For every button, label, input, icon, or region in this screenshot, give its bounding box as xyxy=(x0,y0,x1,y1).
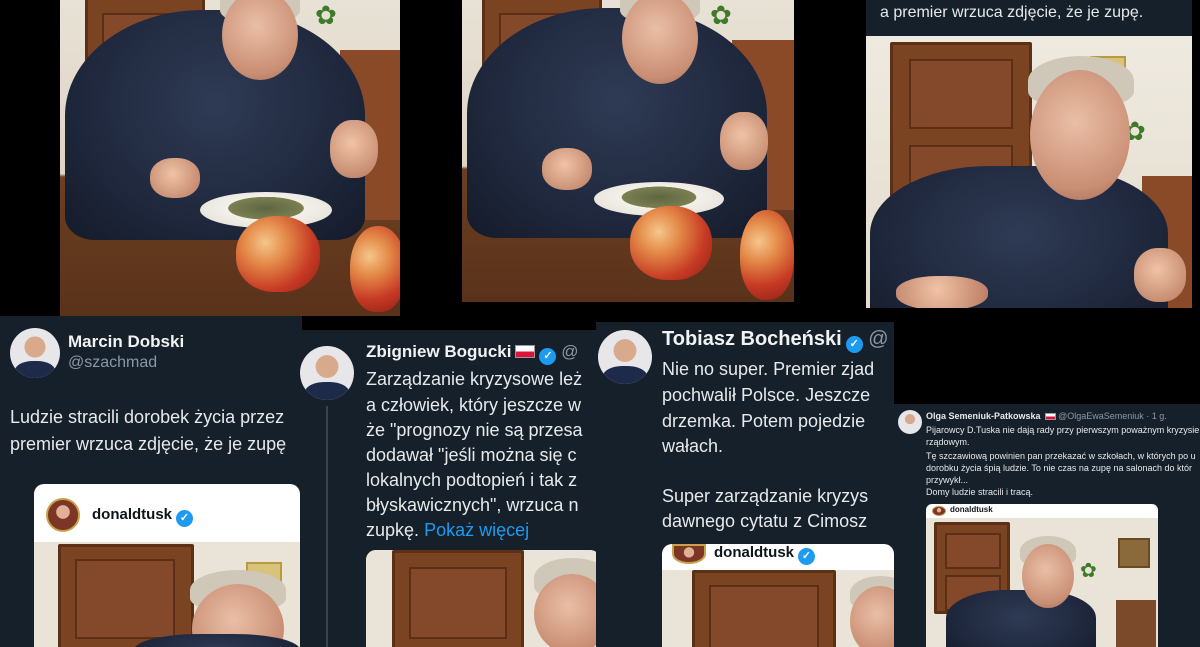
embed-author-name[interactable]: donaldtusk ✓ xyxy=(92,506,194,527)
author-handle[interactable]: @szachmad xyxy=(68,354,157,372)
hand xyxy=(896,276,988,308)
tweet-text-line: Zarządzanie kryzysowe leż xyxy=(366,369,583,389)
tweet-text-line: zupkę. Pokaż więcej xyxy=(366,520,530,540)
author-name[interactable]: Zbigniew Bogucki ✓ @ xyxy=(366,342,578,365)
apple xyxy=(350,226,400,312)
tweet-text-line: dawnego cytatu z Cimosz xyxy=(662,511,868,531)
author-name[interactable]: Tobiasz Bocheński ✓ @ xyxy=(662,328,889,353)
embed-author-name[interactable]: donaldtusk xyxy=(950,505,993,514)
avatar[interactable] xyxy=(598,330,652,384)
face xyxy=(1030,70,1130,200)
embed-photo xyxy=(662,570,894,647)
author-name[interactable]: Olga Semeniuk-Patkowska @OlgaEwaSemeniuk… xyxy=(926,410,1167,422)
tweet-text-line: wałach. xyxy=(662,436,724,456)
tweet-text-line: Nie no super. Premier zjad xyxy=(662,359,875,379)
tweet-text-line: Domy ludzie stracili i tracą. xyxy=(926,487,1034,497)
author-name[interactable]: Marcin Dobski xyxy=(68,332,184,352)
hand xyxy=(542,148,592,190)
embed-avatar xyxy=(932,506,946,516)
embedded-post[interactable]: donaldtusk ✓ xyxy=(662,544,894,647)
tweet-text-line: premier wrzuca zdjęcie, że je zupę xyxy=(10,434,287,454)
avatar[interactable] xyxy=(898,410,922,434)
poland-flag-icon xyxy=(515,345,536,358)
embedded-post[interactable] xyxy=(366,550,600,647)
poland-flag-icon xyxy=(1044,413,1056,420)
embed-author-name[interactable]: donaldtusk ✓ xyxy=(714,544,816,565)
tweet-text-line: Pijarowcy D.Tuska nie dają rady przy pie… xyxy=(926,425,1200,435)
tweet-text-line: drzemka. Potem pojedzie xyxy=(662,411,866,431)
verified-icon: ✓ xyxy=(539,348,557,365)
tweet-text-line: Tę szczawiową powinien pan przekazać w s… xyxy=(926,451,1196,461)
embed-photo xyxy=(366,550,600,647)
apple xyxy=(630,206,712,280)
tweet-card-marcin-dobski[interactable]: Marcin Dobski @szachmad Ludzie stracili … xyxy=(0,316,302,647)
apple xyxy=(236,216,320,292)
thread-line xyxy=(326,406,328,647)
tweet-card-zbigniew-bogucki[interactable]: Zbigniew Bogucki ✓ @ Zarządzanie kryzysow… xyxy=(300,330,600,647)
verified-icon: ✓ xyxy=(176,510,194,527)
plant-icon: ✿ xyxy=(710,0,732,30)
photo-tusk-post-3: a premier wrzuca zdjęcie, że je zupę. ✿ xyxy=(866,0,1192,308)
hand xyxy=(1134,248,1186,302)
tweet-text-line: przywykł... xyxy=(926,475,969,485)
embed-photo xyxy=(34,542,300,647)
show-more-link[interactable]: Pokaż więcej xyxy=(424,520,529,540)
tweet-card-olga-semeniuk[interactable]: Olga Semeniuk-Patkowska @OlgaEwaSemeniuk… xyxy=(894,404,1200,647)
photo-scene: ✿ xyxy=(866,36,1192,308)
tweet-text-line: a człowiek, który jeszcze w xyxy=(366,395,582,415)
embed-avatar xyxy=(672,544,706,564)
photo-tusk-soup-2: ✿ xyxy=(462,0,794,302)
hand xyxy=(720,112,768,170)
apple xyxy=(740,210,794,300)
tweet-text-line: rządowym. xyxy=(926,437,970,447)
tweet-text-line: lokalnych podtopień i tak z xyxy=(366,470,578,490)
hand xyxy=(150,158,200,198)
tweet-text-line: dorobku życia śpią ludzie. To nie czas n… xyxy=(926,463,1192,473)
plant-icon: ✿ xyxy=(315,0,337,30)
tweet-card-tobiasz-bochenski[interactable]: Tobiasz Bocheński ✓ @ Nie no super. Premi… xyxy=(596,322,894,647)
caption-text: a premier wrzuca zdjęcie, że je zupę. xyxy=(880,4,1144,21)
hand xyxy=(330,120,378,178)
verified-icon: ✓ xyxy=(798,548,816,565)
tweet-text-line: błyskawicznych", wrzuca n xyxy=(366,495,579,515)
embedded-post[interactable]: donaldtusk ✓ xyxy=(34,484,300,647)
photo-tusk-soup-1: ✿ xyxy=(60,0,400,316)
embed-avatar xyxy=(46,498,80,532)
tweet-text-line: że "prognozy nie są przesa xyxy=(366,420,583,440)
avatar[interactable] xyxy=(10,328,60,378)
tweet-text-line: Ludzie stracili dorobek życia przez xyxy=(10,407,285,427)
verified-icon: ✓ xyxy=(845,336,863,353)
avatar[interactable] xyxy=(300,346,354,400)
embed-photo: ✿ xyxy=(926,518,1158,647)
embedded-post[interactable]: donaldtusk ✿ xyxy=(926,504,1158,647)
tweet-text-line: dodawał "jeśli można się c xyxy=(366,445,577,465)
tweet-text-line: pochwalił Polsce. Jeszcze xyxy=(662,385,871,405)
tweet-text-line: Super zarządzanie kryzys xyxy=(662,486,869,506)
